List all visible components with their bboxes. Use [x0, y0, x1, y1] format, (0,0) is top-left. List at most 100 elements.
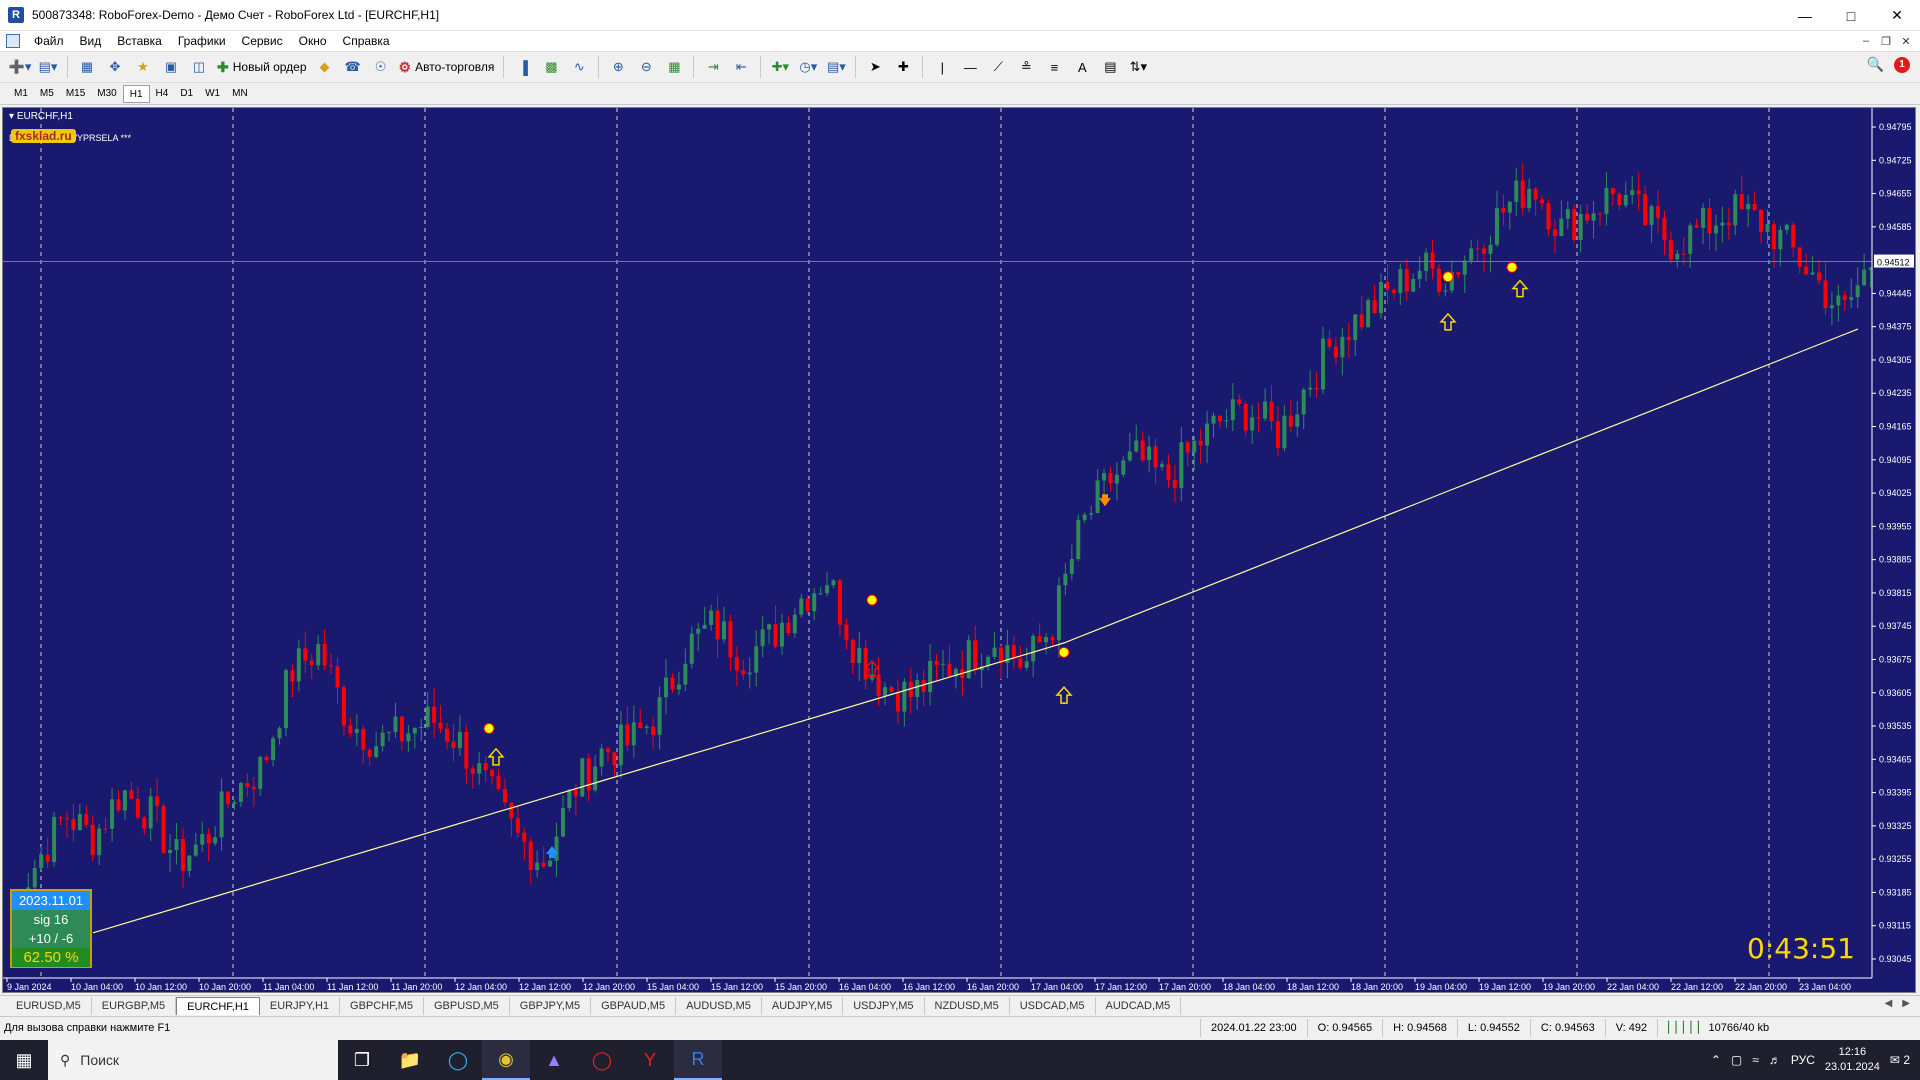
fibonacci-icon[interactable]: ≡	[1042, 55, 1066, 79]
timeframe-w1[interactable]: W1	[199, 85, 226, 103]
symbol-tab[interactable]: NZDUSD,M5	[925, 997, 1010, 1015]
metaeditor-icon[interactable]: ◆	[313, 55, 337, 79]
bear-candle	[1501, 208, 1506, 213]
timeframe-h4[interactable]: H4	[150, 85, 175, 103]
market-watch-icon[interactable]: ▦	[75, 55, 99, 79]
edge-browser-icon[interactable]: ◯	[434, 1040, 482, 1080]
tray-chevron-icon[interactable]: ⌃	[1711, 1053, 1721, 1067]
notification-center-icon[interactable]: ✉ 2	[1890, 1053, 1910, 1067]
terminal-icon[interactable]: ▣	[159, 55, 183, 79]
text-icon[interactable]: A	[1070, 55, 1094, 79]
periods-icon[interactable]: ◷▾	[796, 55, 820, 79]
menu-window[interactable]: Окно	[291, 31, 335, 51]
roboforex-terminal-icon[interactable]: R	[674, 1040, 722, 1080]
favorites-icon[interactable]: ★	[131, 55, 155, 79]
symbol-tab[interactable]: USDCAD,M5	[1010, 997, 1096, 1015]
bear-candle	[1752, 204, 1757, 210]
symbol-tab[interactable]: EURUSD,M5	[6, 997, 92, 1015]
auto-trading-button[interactable]: ⚙ Авто-торговля	[395, 55, 499, 79]
line-chart-icon[interactable]: ∿	[567, 55, 591, 79]
tab-scroll-right-icon[interactable]: ▶	[1902, 998, 1910, 1009]
document-icon[interactable]	[6, 34, 20, 48]
price-chart[interactable]: 0.94795 0.94725 0.94655 0.94585 0.94512 0.944…	[3, 108, 1916, 993]
cursor-icon[interactable]: ➤	[863, 55, 887, 79]
tile-windows-icon[interactable]: ▦	[662, 55, 686, 79]
menu-file[interactable]: Файл	[26, 31, 72, 51]
tester-icon[interactable]: ◫	[187, 55, 211, 79]
time-tick-label: 17 Jan 20:00	[1159, 982, 1211, 992]
symbol-tab[interactable]: GBPJPY,M5	[510, 997, 592, 1015]
timeframe-m5[interactable]: M5	[34, 85, 60, 103]
timeframe-h1[interactable]: H1	[122, 84, 150, 103]
symbol-tab[interactable]: GBPAUD,M5	[591, 997, 677, 1015]
timeframe-d1[interactable]: D1	[174, 85, 199, 103]
symbol-tab[interactable]: USDJPY,M5	[843, 997, 925, 1015]
file-explorer-icon[interactable]: 📁	[386, 1040, 434, 1080]
menu-tools[interactable]: Сервис	[234, 31, 291, 51]
symbol-tab[interactable]: GBPCHF,M5	[340, 997, 424, 1015]
bull-candle	[1340, 336, 1345, 358]
mdi-minimize-button[interactable]: –	[1856, 31, 1876, 51]
signals-icon[interactable]: ☎	[341, 55, 365, 79]
symbol-tab[interactable]: AUDCAD,M5	[1096, 997, 1182, 1015]
task-view-icon[interactable]: ❐	[338, 1040, 386, 1080]
tray-meet-icon[interactable]: ▢	[1731, 1053, 1742, 1067]
chart-window[interactable]: 0.94795 0.94725 0.94655 0.94585 0.94512 0.944…	[2, 107, 1916, 993]
zoom-in-icon[interactable]: ⊕	[606, 55, 630, 79]
channel-icon[interactable]: ≗	[1014, 55, 1038, 79]
timeframe-m1[interactable]: M1	[8, 85, 34, 103]
taskbar-search[interactable]: ⚲ Поиск	[48, 1040, 338, 1080]
opera-browser-icon[interactable]: ◯	[578, 1040, 626, 1080]
symbol-tab[interactable]: AUDUSD,M5	[676, 997, 762, 1015]
vertical-line-icon[interactable]: |	[930, 55, 954, 79]
mdi-close-button[interactable]: ✕	[1896, 31, 1916, 51]
timeframe-m30[interactable]: M30	[91, 85, 122, 103]
menu-view[interactable]: Вид	[72, 31, 110, 51]
vps-icon[interactable]: ☉	[369, 55, 393, 79]
profiles-icon[interactable]: ▤▾	[36, 55, 60, 79]
yandex-browser-icon[interactable]: Y	[626, 1040, 674, 1080]
close-button[interactable]: ✕	[1874, 0, 1920, 31]
text-label-icon[interactable]: ▤	[1098, 55, 1122, 79]
chrome-browser-icon[interactable]: ◉	[482, 1040, 530, 1080]
minimize-button[interactable]: —	[1782, 0, 1828, 31]
bar-chart-icon[interactable]: ▐	[511, 55, 535, 79]
symbol-tab[interactable]: EURJPY,H1	[260, 997, 341, 1015]
crosshair-icon[interactable]: ✚	[891, 55, 915, 79]
symbol-tab[interactable]: GBPUSD,M5	[424, 997, 510, 1015]
chart-shift-icon[interactable]: ⇤	[729, 55, 753, 79]
menu-insert[interactable]: Вставка	[109, 31, 170, 51]
network-icon[interactable]: ≈	[1752, 1053, 1759, 1067]
indicators-icon[interactable]: ✚▾	[768, 55, 792, 79]
new-chart-icon[interactable]: ➕▾	[8, 55, 32, 79]
symbol-tab[interactable]: AUDJPY,M5	[762, 997, 844, 1015]
tab-scroll-left-icon[interactable]: ◀	[1885, 998, 1893, 1009]
windows-start-icon[interactable]: ▦	[0, 1040, 48, 1080]
bull-candle	[1102, 473, 1107, 481]
autoscroll-icon[interactable]: ⇥	[701, 55, 725, 79]
timeframe-mn[interactable]: MN	[226, 85, 254, 103]
templates-icon[interactable]: ▤▾	[824, 55, 848, 79]
language-indicator[interactable]: РУС	[1791, 1053, 1815, 1067]
tab-scroll[interactable]: ◀ ▶	[1885, 998, 1910, 1009]
timeframe-m15[interactable]: M15	[60, 85, 91, 103]
symbol-tab[interactable]: EURCHF,H1	[176, 997, 260, 1015]
maximize-button[interactable]: □	[1828, 0, 1874, 31]
symbol-tab[interactable]: EURGBP,M5	[92, 997, 177, 1015]
zoom-out-icon[interactable]: ⊖	[634, 55, 658, 79]
menu-charts[interactable]: Графики	[170, 31, 234, 51]
app-icon-purple[interactable]: ▲	[530, 1040, 578, 1080]
menu-help[interactable]: Справка	[335, 31, 398, 51]
mdi-restore-button[interactable]: ❐	[1876, 31, 1896, 51]
horizontal-line-icon[interactable]: —	[958, 55, 982, 79]
trendline-icon[interactable]: ⟋	[986, 55, 1010, 79]
arrows-icon[interactable]: ⇅▾	[1126, 55, 1150, 79]
price-tick-label: 0.93745	[1879, 621, 1912, 631]
search-icon[interactable]: 🔍	[1867, 56, 1884, 73]
candlestick-icon[interactable]: ▩	[539, 55, 563, 79]
notification-badge[interactable]: 1	[1894, 56, 1910, 73]
new-order-button[interactable]: ✚ Новый ордер	[213, 55, 311, 79]
clock[interactable]: 12:16 23.01.2024	[1825, 1045, 1880, 1075]
navigator-icon[interactable]: ✥	[103, 55, 127, 79]
volume-icon[interactable]: ♬	[1769, 1053, 1781, 1067]
